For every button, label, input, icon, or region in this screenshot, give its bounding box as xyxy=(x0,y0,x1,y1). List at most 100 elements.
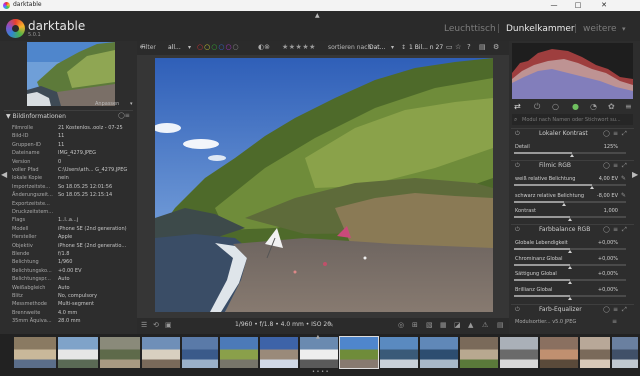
filter-dropdown-icon[interactable]: ▾ xyxy=(188,44,191,51)
filmstrip-thumbnail[interactable] xyxy=(612,337,638,368)
active-modules-icon[interactable]: ⇄ xyxy=(514,102,521,111)
color-picker-icon[interactable]: ✎ xyxy=(328,321,334,329)
filmstrip-thumbnail[interactable] xyxy=(420,337,458,368)
filmstrip-thumbnail[interactable] xyxy=(260,337,298,368)
module-presets-icon[interactable]: ◯≡ xyxy=(118,112,130,119)
filmstrip-thumbnail[interactable] xyxy=(300,337,338,368)
picker-icon[interactable]: ✎ xyxy=(621,175,626,182)
module-search-box[interactable]: ⌕ Modul nach Namen oder Stichwort su... xyxy=(512,114,633,125)
module-power-icon[interactable]: ⏻ xyxy=(515,130,520,138)
param-value[interactable]: +0,00% xyxy=(578,271,618,277)
minimize-button[interactable]: — xyxy=(542,0,566,11)
module-name[interactable]: Farb-Equalizer xyxy=(539,306,582,313)
raw-overexposed-icon[interactable]: ▦ xyxy=(440,321,447,329)
param-slider-marker[interactable] xyxy=(568,281,572,284)
param-slider-marker[interactable] xyxy=(590,186,595,189)
filmstrip-thumbnail[interactable] xyxy=(339,336,379,369)
filmstrip-dots-icon[interactable]: • • • • xyxy=(312,369,329,375)
filmstrip-thumbnail[interactable] xyxy=(580,337,610,368)
preferences-gear-icon[interactable]: ⚙ xyxy=(493,43,499,51)
module-multi-instance-icon[interactable]: ⤢ xyxy=(622,306,627,314)
module-reset-icon[interactable]: ◯ xyxy=(603,226,610,233)
styles-icon[interactable]: ⟲ xyxy=(153,321,159,329)
module-reset-icon[interactable]: ◯ xyxy=(603,130,610,137)
filmstrip-thumbnail[interactable] xyxy=(460,337,498,368)
module-name[interactable]: Filmic RGB xyxy=(539,162,571,169)
module-multi-instance-icon[interactable]: ⤢ xyxy=(622,130,627,138)
warning-icon[interactable]: ⚠ xyxy=(482,321,488,329)
param-slider-marker[interactable] xyxy=(568,266,572,269)
collapse-left-arrow-icon[interactable]: ◀ xyxy=(1,170,7,179)
second-window-icon[interactable]: ▣ xyxy=(165,321,172,329)
module-presets-icon[interactable]: ≡ xyxy=(613,226,618,233)
base-group-icon[interactable]: ○ xyxy=(552,102,559,111)
module-search-input[interactable]: Modul nach Namen oder Stichwort su... xyxy=(522,117,621,123)
close-button[interactable]: ✕ xyxy=(592,0,616,11)
param-slider-marker[interactable] xyxy=(570,154,575,157)
sort-value[interactable]: Dat... xyxy=(369,44,385,51)
display-profile-icon[interactable]: ▤ xyxy=(497,321,504,329)
rating-comparator-icon[interactable]: ◐⊗ xyxy=(258,43,270,51)
param-slider-marker[interactable] xyxy=(568,250,572,253)
filmstrip-thumbnail[interactable] xyxy=(540,337,578,368)
param-value[interactable]: -8,00 EV xyxy=(578,193,618,199)
sort-dropdown-icon[interactable]: ▾ xyxy=(391,44,394,51)
filmstrip-thumbnail[interactable] xyxy=(220,337,258,368)
collapse-bottom-arrow-icon[interactable]: ▲ xyxy=(316,334,320,340)
gamut-check-icon[interactable]: ⊞ xyxy=(412,321,418,329)
view-more[interactable]: weitere xyxy=(583,24,617,34)
filmstrip-thumbnail[interactable] xyxy=(182,337,218,368)
rating-stars-filter[interactable]: ★★★★★ xyxy=(282,43,316,51)
correct-group-icon[interactable]: ◔ xyxy=(590,102,597,111)
module-power-icon[interactable]: ⏻ xyxy=(515,306,520,314)
image-info-header[interactable]: ▼ Bildinformationen xyxy=(6,113,66,120)
view-lighttable[interactable]: Leuchttisch xyxy=(444,24,496,34)
param-value[interactable]: 125% xyxy=(578,144,618,150)
filmstrip-thumbnail[interactable] xyxy=(142,337,180,368)
maximize-button[interactable]: □ xyxy=(566,0,590,11)
filmstrip-thumbnail[interactable] xyxy=(100,337,140,368)
collapse-top-arrow-icon[interactable]: ▲ xyxy=(315,12,320,19)
module-power-icon[interactable]: ⏻ xyxy=(515,226,520,234)
sort-direction-icon[interactable]: ↕ xyxy=(401,44,406,51)
filmstrip-thumbnail[interactable] xyxy=(58,337,98,368)
module-power-icon[interactable]: ⏻ xyxy=(515,162,520,170)
shortcuts-icon[interactable]: ▤ xyxy=(479,43,486,51)
navigation-preview[interactable] xyxy=(27,42,115,106)
histogram[interactable] xyxy=(512,43,633,99)
help-icon[interactable]: ? xyxy=(467,43,471,51)
module-multi-instance-icon[interactable]: ⤢ xyxy=(622,162,627,170)
filmstrip-thumbnail[interactable] xyxy=(380,337,418,368)
color-label-filter[interactable]: ○○○○○○ xyxy=(197,43,240,51)
module-presets-icon[interactable]: ≡ xyxy=(612,318,617,325)
zoom-fit-label[interactable]: Anpassen xyxy=(95,101,119,107)
module-reset-icon[interactable]: ◯ xyxy=(603,162,610,169)
overexposed-icon[interactable]: ▧ xyxy=(426,321,433,329)
power-group-icon[interactable]: ⏻ xyxy=(534,102,540,112)
param-value[interactable]: 4,00 EV xyxy=(578,176,618,182)
module-reset-icon[interactable]: ◯ xyxy=(603,306,610,313)
view-darkroom[interactable]: Dunkelkammer xyxy=(506,24,575,34)
collapse-right-arrow-icon[interactable]: ▶ xyxy=(632,170,638,179)
picker-icon[interactable]: ✎ xyxy=(621,192,626,199)
effect-group-icon[interactable]: ✿ xyxy=(608,102,615,111)
param-value[interactable]: +0,00% xyxy=(578,287,618,293)
module-presets-icon[interactable]: ≡ xyxy=(613,130,618,137)
param-value[interactable]: +0,00% xyxy=(578,256,618,262)
filmstrip-thumbnail[interactable] xyxy=(500,337,538,368)
zoom-dropdown-icon[interactable]: ▾ xyxy=(130,101,133,107)
more-dropdown-icon[interactable]: ▾ xyxy=(622,25,626,33)
filter-value[interactable]: all... xyxy=(168,44,181,51)
param-slider-marker[interactable] xyxy=(568,297,572,300)
module-multi-instance-icon[interactable]: ⤢ xyxy=(622,226,627,234)
module-name[interactable]: Farbbalance RGB xyxy=(539,226,590,233)
groups-menu-icon[interactable]: ≡ xyxy=(625,102,632,111)
guides-icon[interactable]: ▲ xyxy=(468,321,473,329)
focus-peaking-icon[interactable]: ◪ xyxy=(454,321,461,329)
color-group-icon[interactable]: ● xyxy=(572,102,579,111)
main-photo[interactable] xyxy=(155,58,493,312)
quick-access-presets-icon[interactable]: ☰ xyxy=(141,321,147,329)
param-slider-marker[interactable] xyxy=(568,218,572,221)
param-value[interactable]: 1,000 xyxy=(578,208,618,214)
module-name[interactable]: Lokaler Kontrast xyxy=(539,130,588,137)
